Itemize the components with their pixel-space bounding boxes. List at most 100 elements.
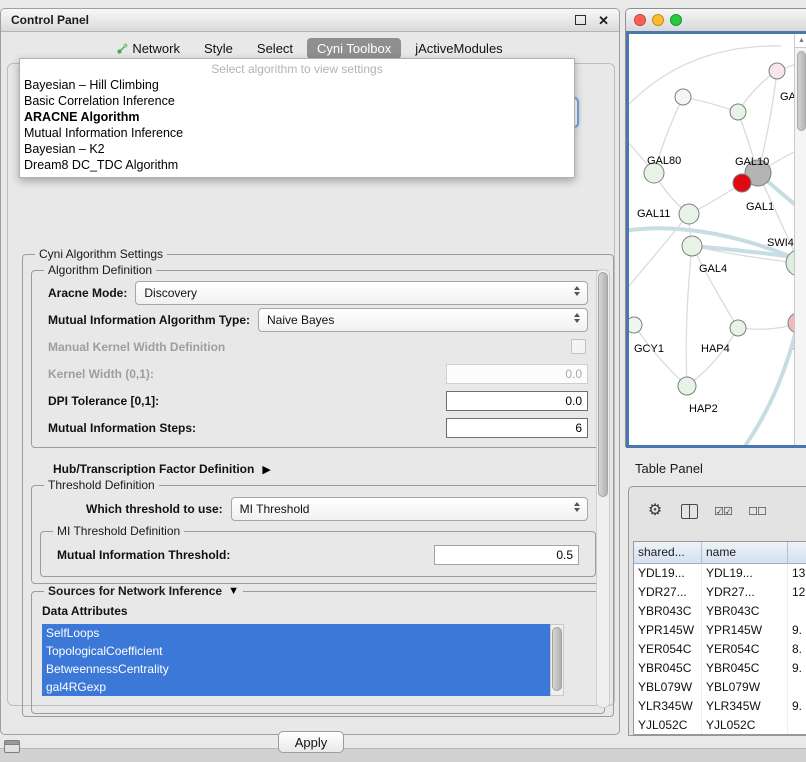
algorithm-option[interactable]: Bayesian – K2 — [20, 141, 574, 157]
table-cell: 13 — [788, 564, 806, 583]
scrollbar-thumb[interactable] — [797, 51, 806, 131]
collapse-down-icon[interactable]: ▼ — [228, 585, 239, 597]
table-cell: YBL079W — [634, 678, 702, 697]
sources-title-row[interactable]: Sources for Network Inference ▼ — [44, 584, 243, 598]
node-label: GAL1 — [746, 201, 774, 213]
tab-cyni-toolbox[interactable]: Cyni Toolbox — [307, 38, 401, 59]
dpi-tolerance-field[interactable] — [446, 391, 588, 411]
column-header[interactable] — [788, 542, 806, 564]
network-node[interactable] — [678, 377, 696, 395]
mi-steps-field[interactable] — [446, 418, 588, 438]
network-edge-thick — [745, 323, 798, 445]
apply-button[interactable]: Apply — [278, 731, 344, 753]
mi-threshold-label: Mutual Information Threshold: — [57, 548, 230, 562]
table-row[interactable]: YBL079WYBL079W — [634, 678, 806, 697]
network-node[interactable] — [730, 320, 746, 336]
algorithm-definition-title: Algorithm Definition — [44, 263, 156, 277]
table-row[interactable]: YPR145WYPR145W9. — [634, 621, 806, 640]
network-svg[interactable]: GAL7GAL80GAL10GAL1GAL11SWI4GAL4GCY1HAP4Y… — [629, 34, 806, 445]
table-cell: YDR27... — [702, 583, 788, 602]
network-node[interactable] — [629, 317, 642, 333]
table-row[interactable]: YBR043CYBR043C — [634, 602, 806, 621]
tab-network[interactable]: Network — [107, 38, 190, 59]
attribute-item[interactable]: SelfLoops — [42, 624, 550, 642]
hub-definition-section[interactable]: Hub/Transcription Factor Definition ▶ — [53, 460, 605, 478]
table-row[interactable]: YBR045CYBR045C9. — [634, 659, 806, 678]
gear-button[interactable]: ⚙ — [645, 501, 665, 521]
network-node[interactable] — [679, 204, 699, 224]
dpi-tolerance-row: DPI Tolerance [0,1]: — [40, 387, 596, 414]
table-row[interactable]: YJL052CYJL052C — [634, 716, 806, 735]
algorithm-popup-list: Bayesian – Hill ClimbingBasic Correlatio… — [20, 77, 574, 173]
node-table: shared...name YDL19...YDL19...13YDR27...… — [633, 541, 806, 735]
status-bar — [0, 748, 806, 762]
threshold-definition-group: Threshold Definition Which threshold to … — [31, 478, 605, 584]
kernel-width-field[interactable] — [446, 364, 588, 384]
mi-threshold-field[interactable] — [434, 545, 579, 565]
mi-type-select[interactable]: Naive Bayes — [258, 308, 588, 332]
table-cell — [788, 716, 806, 735]
unchecked-boxes-icon: ☐☐ — [748, 505, 766, 518]
network-node[interactable] — [730, 104, 746, 120]
clear-rows-button[interactable]: ☐☐ — [747, 501, 767, 521]
table-row[interactable]: YLR345WYLR345W9. — [634, 697, 806, 716]
network-node[interactable] — [682, 236, 702, 256]
network-canvas[interactable]: GAL7GAL80GAL10GAL1GAL11SWI4GAL4GCY1HAP4Y… — [626, 31, 806, 448]
mi-threshold-row: Mutual Information Threshold: — [49, 540, 587, 570]
which-threshold-row: Which threshold to use: MI Threshold — [40, 494, 596, 524]
float-window-icon[interactable] — [575, 15, 586, 25]
attribute-item[interactable]: TopologicalCoefficient — [42, 642, 550, 660]
aracne-mode-select[interactable]: Discovery — [135, 281, 588, 305]
table-row[interactable]: YER054CYER054C8. — [634, 640, 806, 659]
select-rows-button[interactable]: ☑☑ — [713, 501, 733, 521]
scroll-up-icon[interactable]: ▲ — [795, 34, 806, 48]
table-cell: YBL079W — [702, 678, 788, 697]
attributes-scrollbar[interactable] — [550, 624, 564, 696]
attribute-item[interactable]: gal4RGexp — [42, 678, 550, 696]
algorithm-option[interactable]: ARACNE Algorithm — [20, 109, 574, 125]
columns-button[interactable] — [679, 501, 699, 521]
table-rows: YDL19...YDL19...13YDR27...YDR27...12YBR0… — [634, 564, 806, 735]
attribute-item[interactable]: BetweennessCentrality — [42, 660, 550, 678]
table-cell: YBR045C — [702, 659, 788, 678]
algorithm-option[interactable]: Basic Correlation Inference — [20, 93, 574, 109]
network-node[interactable] — [675, 89, 691, 105]
network-scrollbar[interactable]: ▲ — [794, 34, 806, 445]
column-header[interactable]: shared... — [634, 542, 702, 564]
table-panel-title: Table Panel — [635, 461, 703, 476]
which-threshold-select[interactable]: MI Threshold — [231, 497, 588, 521]
close-traffic-light[interactable] — [634, 14, 646, 26]
table-cell: 9. — [788, 621, 806, 640]
columns-icon — [681, 504, 698, 519]
docked-window-icon[interactable] — [4, 740, 20, 753]
control-panel-titlebar: Control Panel ✕ — [1, 9, 619, 32]
node-label: GAL4 — [699, 263, 727, 275]
scrollbar-thumb[interactable] — [598, 272, 608, 497]
scrollbar-thumb[interactable] — [552, 627, 562, 691]
expand-right-icon[interactable]: ▶ — [262, 463, 270, 476]
network-node[interactable] — [733, 174, 751, 192]
table-cell: 12 — [788, 583, 806, 602]
tab-select[interactable]: Select — [247, 38, 303, 59]
table-row[interactable]: YDR27...YDR27...12 — [634, 583, 806, 602]
table-cell: YLR345W — [634, 697, 702, 716]
data-attributes-list[interactable]: SelfLoopsTopologicalCoefficientBetweenne… — [42, 624, 550, 696]
network-node[interactable] — [769, 63, 785, 79]
tab-jactivemodules[interactable]: jActiveModules — [405, 38, 512, 59]
manual-kernel-checkbox[interactable] — [571, 339, 586, 354]
algorithm-option[interactable]: Bayesian – Hill Climbing — [20, 77, 574, 93]
column-header[interactable]: name — [702, 542, 788, 564]
close-icon[interactable]: ✕ — [598, 14, 609, 27]
table-row[interactable]: YDL19...YDL19...13 — [634, 564, 806, 583]
tab-style[interactable]: Style — [194, 38, 243, 59]
zoom-traffic-light[interactable] — [670, 14, 682, 26]
tab-label: jActiveModules — [415, 41, 502, 56]
table-cell: YDL19... — [702, 564, 788, 583]
aracne-mode-label: Aracne Mode: — [48, 286, 127, 300]
settings-scrollbar[interactable] — [596, 269, 610, 708]
network-edge-thin — [683, 97, 738, 112]
minimize-traffic-light[interactable] — [652, 14, 664, 26]
algorithm-option[interactable]: Mutual Information Inference — [20, 125, 574, 141]
manual-kernel-label: Manual Kernel Width Definition — [48, 340, 225, 354]
algorithm-option[interactable]: Dream8 DC_TDC Algorithm — [20, 157, 574, 173]
